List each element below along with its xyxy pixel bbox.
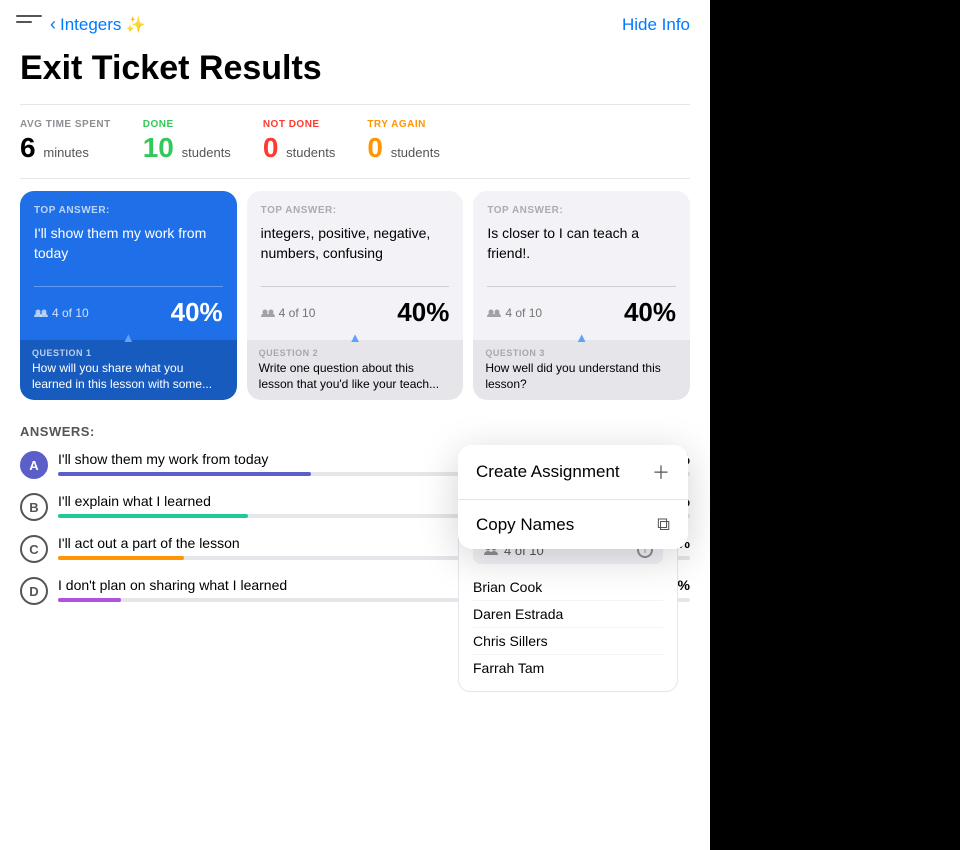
- card-2-percent: 40%: [397, 297, 449, 328]
- back-chevron-icon: ‹: [50, 14, 56, 35]
- answer-letter-c: C: [20, 535, 48, 563]
- plus-icon: ＋: [652, 459, 670, 485]
- answer-card-1[interactable]: TOP ANSWER: I'll show them my work from …: [20, 191, 237, 400]
- card-2-answer-text: integers, positive, negative, numbers, c…: [261, 224, 450, 276]
- card-3-top-label: TOP ANSWER:: [487, 205, 676, 216]
- copy-names-label: Copy Names: [476, 515, 574, 535]
- stat-not-done: NOT DONE 0 students: [263, 119, 336, 164]
- card-2-top-label: TOP ANSWER:: [261, 205, 450, 216]
- student-name-3: Chris Sillers: [473, 628, 663, 655]
- card-1-top-label: TOP ANSWER:: [34, 205, 223, 216]
- back-label[interactable]: Integers: [60, 15, 121, 35]
- stat-done: DONE 10 students: [143, 119, 231, 164]
- card-1-answer-text: I'll show them my work from today: [34, 224, 223, 276]
- answer-text-a: I'll show them my work from today: [58, 451, 268, 467]
- answer-card-2[interactable]: TOP ANSWER: integers, positive, negative…: [247, 191, 464, 400]
- card-1-students: 4 of 10: [34, 306, 89, 320]
- avg-time-value: 6 minutes: [20, 132, 111, 164]
- student-name-1: Brian Cook: [473, 574, 663, 601]
- card-1-question-label: QUESTION 1: [32, 348, 225, 358]
- answers-label: ANSWERS:: [20, 424, 690, 439]
- card-1-question-tab[interactable]: ▲ QUESTION 1 How will you share what you…: [20, 340, 237, 400]
- student-name-2: Daren Estrada: [473, 601, 663, 628]
- stat-avg-time: AVG TIME SPENT 6 minutes: [20, 119, 111, 164]
- answer-cards-section: TOP ANSWER: I'll show them my work from …: [0, 179, 710, 412]
- create-assignment-label: Create Assignment: [476, 462, 620, 482]
- answer-text-c: I'll act out a part of the lesson: [58, 535, 240, 551]
- answer-letter-d: D: [20, 577, 48, 605]
- top-bar: ‹ Integers ✨ Hide Info: [0, 0, 710, 45]
- answer-card-3[interactable]: TOP ANSWER: Is closer to I can teach a f…: [473, 191, 690, 400]
- main-panel: ‹ Integers ✨ Hide Info Exit Ticket Resul…: [0, 0, 710, 850]
- card-1-divider: [34, 286, 223, 287]
- sparkle-icon: ✨: [125, 15, 145, 35]
- card-3-students: 4 of 10: [487, 306, 542, 320]
- card-2-students: 4 of 10: [261, 306, 316, 320]
- answer-bar-fill-b: [58, 514, 248, 518]
- right-panel: [710, 0, 960, 850]
- card-2-divider: [261, 286, 450, 287]
- sidebar-toggle-icon[interactable]: [16, 15, 42, 35]
- try-again-label: TRY AGAIN: [367, 119, 440, 130]
- card-3-question-tab[interactable]: ▲ QUESTION 3 How well did you understand…: [473, 340, 690, 400]
- card-3-answer-text: Is closer to I can teach a friend!.: [487, 224, 676, 276]
- answer-text-b: I'll explain what I learned: [58, 493, 211, 509]
- avg-time-label: AVG TIME SPENT: [20, 119, 111, 130]
- card-1-percent: 40%: [171, 297, 223, 328]
- dropdown-popup: Create Assignment ＋ Copy Names ⧉: [458, 445, 688, 549]
- not-done-value: 0 students: [263, 132, 336, 164]
- answer-letter-a: A: [20, 451, 48, 479]
- card-2-question-tab[interactable]: ▲ QUESTION 2 Write one question about th…: [247, 340, 464, 400]
- copy-names-item[interactable]: Copy Names ⧉: [458, 500, 688, 549]
- hide-info-button[interactable]: Hide Info: [622, 15, 690, 35]
- try-again-value: 0 students: [367, 132, 440, 164]
- card-3-percent: 40%: [624, 297, 676, 328]
- student-name-4: Farrah Tam: [473, 655, 663, 681]
- stats-row: AVG TIME SPENT 6 minutes DONE 10 student…: [0, 105, 710, 178]
- answer-bar-fill-d: [58, 598, 121, 602]
- not-done-label: NOT DONE: [263, 119, 336, 130]
- card-3-question-text: How well did you understand this lesson?: [485, 361, 678, 392]
- card-2-question-label: QUESTION 2: [259, 348, 452, 358]
- card-3-question-label: QUESTION 3: [485, 348, 678, 358]
- create-assignment-item[interactable]: Create Assignment ＋: [458, 445, 688, 500]
- answer-letter-b: B: [20, 493, 48, 521]
- page-title: Exit Ticket Results: [0, 45, 710, 104]
- top-bar-left: ‹ Integers ✨: [16, 14, 145, 35]
- copy-icon: ⧉: [657, 514, 670, 535]
- card-2-question-text: Write one question about this lesson tha…: [259, 361, 452, 392]
- back-nav[interactable]: ‹ Integers ✨: [50, 14, 145, 35]
- done-label: DONE: [143, 119, 231, 130]
- answer-bar-fill-c: [58, 556, 184, 560]
- card-3-divider: [487, 286, 676, 287]
- stat-try-again: TRY AGAIN 0 students: [367, 119, 440, 164]
- answer-bar-fill-a: [58, 472, 311, 476]
- done-value: 10 students: [143, 132, 231, 164]
- card-1-question-text: How will you share what you learned in t…: [32, 361, 225, 392]
- answer-text-d: I don't plan on sharing what I learned: [58, 577, 287, 593]
